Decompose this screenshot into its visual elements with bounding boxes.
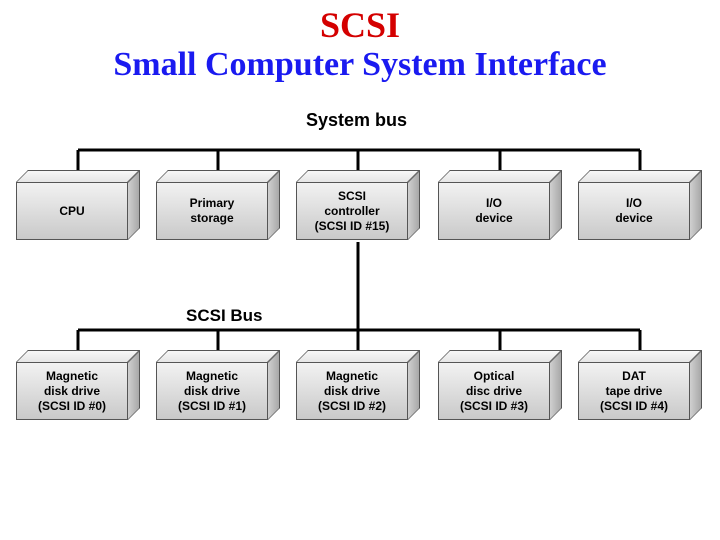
node-label: DATtape drive(SCSI ID #4)	[578, 362, 690, 420]
title-block: SCSI Small Computer System Interface	[0, 0, 720, 84]
node-magnetic-disk-2: Magneticdisk drive(SCSI ID #2)	[296, 350, 420, 420]
node-optical-disc-3: Opticaldisc drive(SCSI ID #3)	[438, 350, 562, 420]
node-io-device-1: I/Odevice	[438, 170, 562, 240]
node-label: Magneticdisk drive(SCSI ID #0)	[16, 362, 128, 420]
node-label: CPU	[16, 182, 128, 240]
node-scsi-controller: SCSIcontroller(SCSI ID #15)	[296, 170, 420, 240]
node-label: SCSIcontroller(SCSI ID #15)	[296, 182, 408, 240]
node-label: I/Odevice	[578, 182, 690, 240]
node-label: Primarystorage	[156, 182, 268, 240]
node-magnetic-disk-0: Magneticdisk drive(SCSI ID #0)	[16, 350, 140, 420]
node-label: Opticaldisc drive(SCSI ID #3)	[438, 362, 550, 420]
system-bus-label: System bus	[306, 110, 407, 131]
node-magnetic-disk-1: Magneticdisk drive(SCSI ID #1)	[156, 350, 280, 420]
node-label: Magneticdisk drive(SCSI ID #1)	[156, 362, 268, 420]
node-primary-storage: Primarystorage	[156, 170, 280, 240]
node-cpu: CPU	[16, 170, 140, 240]
node-label: I/Odevice	[438, 182, 550, 240]
node-io-device-2: I/Odevice	[578, 170, 702, 240]
scsi-bus-label: SCSI Bus	[186, 306, 263, 326]
title-main: SCSI	[0, 4, 720, 46]
title-sub: Small Computer System Interface	[0, 46, 720, 84]
node-label: Magneticdisk drive(SCSI ID #2)	[296, 362, 408, 420]
node-dat-tape-4: DATtape drive(SCSI ID #4)	[578, 350, 702, 420]
scsi-diagram: System bus SCSI Bus CPU Primarystorage S…	[6, 110, 716, 510]
